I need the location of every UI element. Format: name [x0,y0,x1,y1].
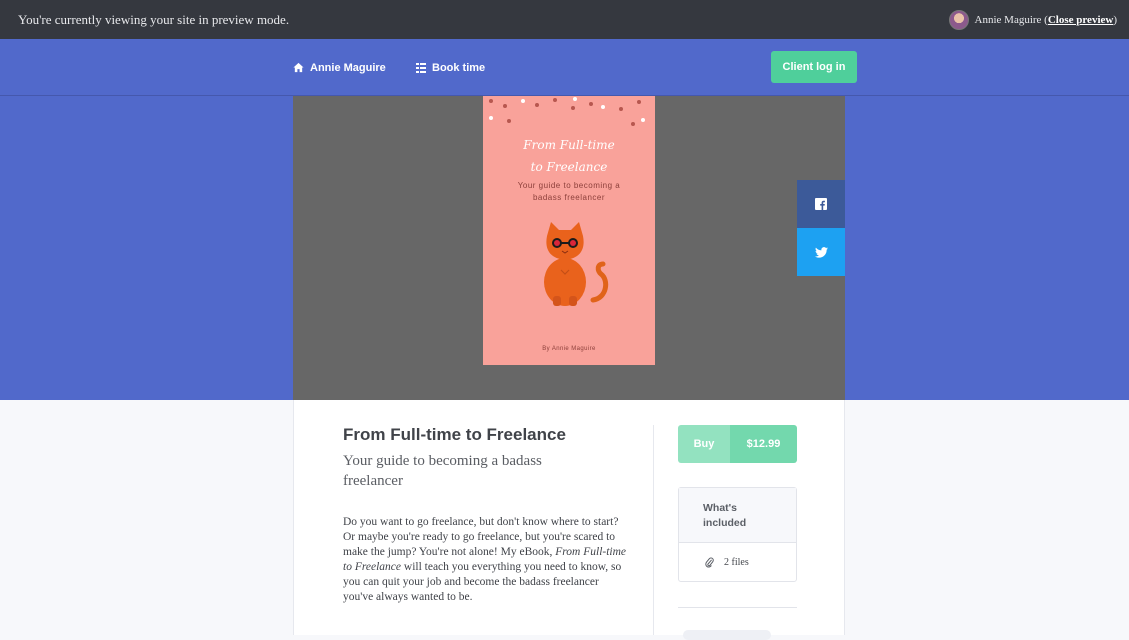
facebook-share-button[interactable] [797,180,845,228]
sidebar-divider [678,607,797,608]
cover-subtitle-line1: Your guide to becoming a [517,181,621,190]
preview-user-name: Annie Maguire ( [974,13,1048,26]
main-nav: Annie Maguire Book time Client log in [0,39,1129,96]
product-title: From Full-time to Freelance [343,425,566,444]
cat-illustration [544,222,609,306]
cover-subtitle-line2: badass freelancer [532,193,606,202]
list-icon [416,62,426,73]
whats-included-heading: What's included [679,488,796,543]
twitter-icon [814,246,828,258]
home-icon [293,62,304,73]
cover-title-line2: to Freelance [530,160,608,174]
book-cover-image: From Full-time to Freelance Your guide t… [483,96,655,365]
product-subtitle: Your guide to becoming a badass freelanc… [343,453,542,489]
hero-image-area: From Full-time to Freelance Your guide t… [293,96,845,400]
whats-included-box: What's included 2 files [678,487,797,582]
column-divider [653,425,654,635]
preview-bar: You're currently viewing your site in pr… [0,0,1129,39]
client-login-button[interactable]: Client log in [771,51,857,83]
paperclip-icon [705,556,714,568]
nav-book-time[interactable]: Book time [416,39,485,96]
nav-home[interactable]: Annie Maguire [293,39,386,96]
cover-title: From Full-time to Freelance [483,134,655,178]
nav-home-label: Annie Maguire [310,61,386,74]
cover-dots [489,97,645,126]
included-files: 2 files [679,543,796,581]
product-description: Do you want to go freelance, but don't k… [343,515,628,605]
facebook-icon [815,198,827,210]
cover-subtitle: Your guide to becoming a badass freelanc… [483,180,655,204]
avatar [948,9,969,30]
preview-user: Annie Maguire ( Close preview ) [948,9,1117,30]
nav-book-label: Book time [432,61,486,74]
whats-included-line1: What's [703,502,737,514]
close-paren: ) [1113,13,1117,26]
close-preview-link[interactable]: Close preview [1048,14,1113,26]
sidebar-pill [683,630,771,640]
price-label: $12.99 [730,425,797,463]
buy-label: Buy [678,425,730,463]
twitter-share-button[interactable] [797,228,845,276]
product-content: From Full-time to Freelance Your guide t… [293,400,845,640]
whats-included-line2: included [703,517,747,529]
preview-message: You're currently viewing your site in pr… [18,11,290,27]
cover-title-line1: From Full-time [523,138,615,152]
files-count: 2 files [724,556,749,568]
hero: From Full-time to Freelance Your guide t… [0,96,1129,400]
cover-author: By Annie Maguire [542,346,596,352]
buy-button[interactable]: Buy $12.99 [678,425,797,463]
